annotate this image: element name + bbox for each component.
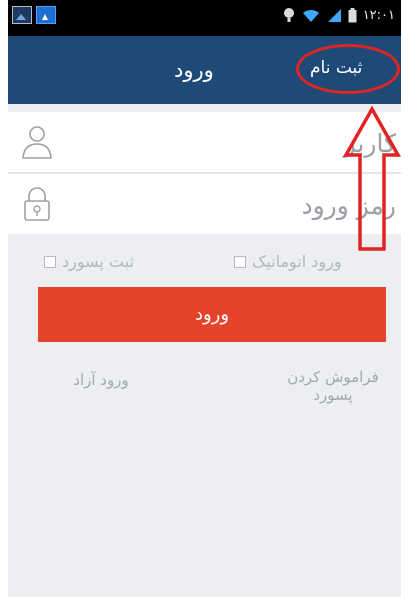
app-bar: ورود ثبت نام (8, 36, 401, 104)
save-password-label: ثبت پسورد (62, 252, 134, 271)
forgot-password-link[interactable]: فراموش کردن پسورد (278, 368, 388, 404)
save-password-checkbox[interactable]: ثبت پسورد (44, 252, 134, 271)
app-screen: ۱۲:۰۱ ورود ثبت نام ورود (8, 0, 401, 597)
username-row (8, 112, 401, 174)
user-icon (22, 126, 52, 159)
page-title: ورود (174, 58, 214, 82)
app-icon (36, 6, 56, 24)
login-form (8, 112, 401, 234)
status-time: ۱۲:۰۱ (362, 7, 395, 23)
password-input[interactable] (58, 184, 398, 226)
signal-icon (327, 8, 341, 22)
wifi-icon (302, 9, 319, 22)
register-button[interactable]: ثبت نام (310, 58, 362, 78)
password-row (8, 174, 401, 234)
guest-login-link[interactable]: ورود آزاد (56, 371, 146, 389)
username-input[interactable] (58, 122, 398, 164)
lock-icon (24, 187, 50, 221)
auto-login-label: ورود اتوماتیک (252, 252, 342, 271)
alarm-icon (283, 8, 294, 22)
image-icon (12, 6, 32, 24)
login-button[interactable]: ورود (38, 287, 386, 342)
battery-icon (348, 7, 357, 22)
checkbox-icon[interactable] (44, 255, 56, 268)
checkbox-icon[interactable] (234, 255, 246, 268)
auto-login-checkbox[interactable]: ورود اتوماتیک (234, 252, 342, 271)
status-bar: ۱۲:۰۱ (8, 0, 401, 36)
